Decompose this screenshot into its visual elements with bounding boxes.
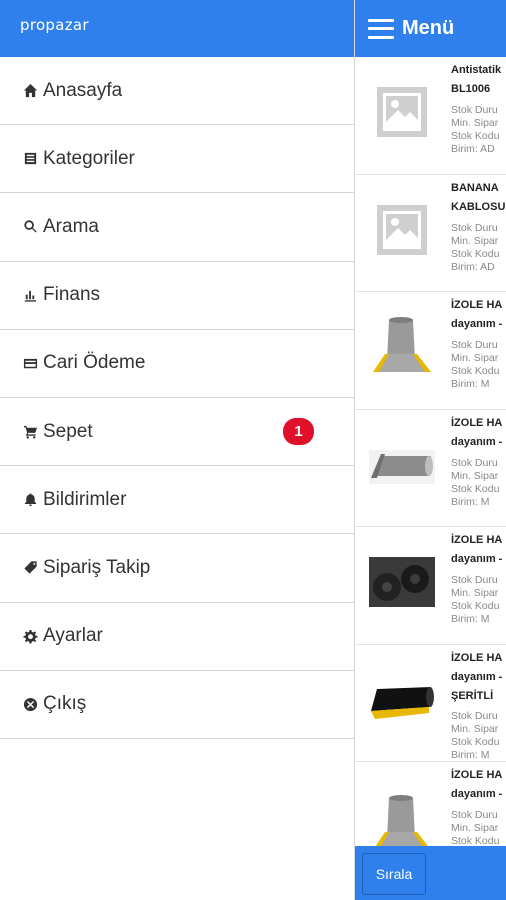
list-icon xyxy=(22,151,38,167)
drawer-item-label: Arama xyxy=(43,215,99,237)
product-image xyxy=(369,432,435,498)
product-list-item[interactable]: İZOLE HA dayanım - Stok Duru Min. Sipar … xyxy=(355,410,506,527)
product-unit: Birim: M xyxy=(451,495,490,508)
product-min-order: Min. Sipar xyxy=(451,117,499,129)
product-min-order: Min. Sipar xyxy=(451,722,499,735)
drawer-item-sepet[interactable]: Sepet 1 xyxy=(0,398,354,467)
bottom-bar: Sırala xyxy=(355,846,506,900)
product-stock-status: Stok Duru xyxy=(451,574,498,586)
product-list-item[interactable]: İZOLE HA dayanım - Stok Duru Min. Sipar … xyxy=(355,292,506,410)
product-list-item[interactable]: Antistatik BL1006 Stok Duru Min. Sipar S… xyxy=(355,57,506,175)
credit-card-icon xyxy=(22,355,38,371)
product-list-item[interactable]: BANANA KABLOSU Stok Duru Min. Sipar Stok… xyxy=(355,175,506,292)
product-stock-code: Stok Kodu xyxy=(451,365,500,377)
product-title: BL1006 xyxy=(451,83,491,95)
drawer-item-finans[interactable]: Finans xyxy=(0,262,354,330)
product-title: İZOLE HA xyxy=(451,651,503,664)
drawer-item-label: Ayarlar xyxy=(43,625,103,647)
product-image xyxy=(369,667,435,733)
product-stock-status: Stok Duru xyxy=(451,221,498,234)
drawer-item-label: Cari Ödeme xyxy=(43,352,146,374)
drawer-item-label: Sepet xyxy=(43,420,93,442)
home-icon xyxy=(22,83,38,99)
close-circle-icon xyxy=(22,696,38,712)
drawer-item-ayarlar[interactable]: Ayarlar xyxy=(0,603,354,671)
product-unit: Birim: AD xyxy=(451,260,495,273)
product-min-order: Min. Sipar xyxy=(451,469,499,482)
gear-icon xyxy=(22,628,38,644)
product-unit: Birim: M xyxy=(451,613,490,625)
product-title: KABLOSU xyxy=(451,200,506,213)
product-stock-status: Stok Duru xyxy=(451,809,498,821)
product-title: dayanım - xyxy=(451,553,503,565)
product-stock-status: Stok Duru xyxy=(451,104,498,116)
drawer-item-bildirimler[interactable]: Bildirimler xyxy=(0,466,354,535)
cart-count-badge: 1 xyxy=(283,417,314,445)
drawer-menu: Anasayfa Kategoriler Arama Finans Cari Ö… xyxy=(0,57,354,739)
drawer-item-cari-odeme[interactable]: Cari Ödeme xyxy=(0,330,354,398)
bar-chart-icon xyxy=(22,287,38,303)
search-icon xyxy=(22,219,38,235)
drawer-item-anasayfa[interactable]: Anasayfa xyxy=(0,57,354,126)
product-title: ŞERİTLİ xyxy=(451,689,494,702)
product-min-order: Min. Sipar xyxy=(451,352,499,364)
product-unit: Birim: M xyxy=(451,378,490,390)
placeholder-image-icon xyxy=(369,197,435,263)
brand-logo: propazar xyxy=(20,16,89,34)
product-title: dayanım - xyxy=(451,318,503,330)
product-stock-status: Stok Duru xyxy=(451,709,498,722)
drawer-item-kategoriler[interactable]: Kategoriler xyxy=(0,125,354,194)
drawer-header: propazar xyxy=(0,0,354,57)
drawer-item-label: Bildirimler xyxy=(43,488,127,510)
product-title: BANANA xyxy=(451,181,499,194)
product-title: dayanım - xyxy=(451,788,503,800)
product-stock-code: Stok Kodu xyxy=(451,130,500,142)
product-image xyxy=(369,314,435,380)
tag-icon xyxy=(22,560,38,576)
product-title: dayanım - xyxy=(451,435,503,448)
product-stock-code: Stok Kodu xyxy=(451,247,500,260)
bell-icon xyxy=(22,492,38,508)
app-header: Menü xyxy=(355,0,506,57)
product-title: İZOLE HA xyxy=(451,416,503,429)
product-unit: Birim: M xyxy=(451,748,490,761)
product-list-item[interactable]: İZOLE HA dayanım - Stok Duru Min. Sipar … xyxy=(355,527,506,645)
product-title: Antistatik xyxy=(451,64,502,76)
drawer-item-label: Kategoriler xyxy=(43,147,135,169)
hamburger-menu-icon[interactable] xyxy=(368,18,394,39)
drawer-item-label: Anasayfa xyxy=(43,79,123,101)
product-stock-code: Stok Kodu xyxy=(451,735,500,748)
drawer-item-label: Sipariş Takip xyxy=(43,556,151,578)
product-list-page: Menü Antistatik BL1006 Stok Duru Min. Si… xyxy=(355,0,506,900)
drawer-item-label: Çıkış xyxy=(43,693,87,715)
product-stock-status: Stok Duru xyxy=(451,339,498,351)
product-title: İZOLE HA xyxy=(451,769,503,781)
placeholder-image-icon xyxy=(369,79,435,145)
menu-title[interactable]: Menü xyxy=(402,17,454,40)
drawer-item-siparis-takip[interactable]: Sipariş Takip xyxy=(0,534,354,603)
product-title: dayanım - xyxy=(451,670,503,683)
product-stock-status: Stok Duru xyxy=(451,456,498,469)
product-min-order: Min. Sipar xyxy=(451,822,499,834)
product-title: İZOLE HA xyxy=(451,534,503,546)
product-title: İZOLE HA xyxy=(451,299,503,311)
drawer-item-cikis[interactable]: Çıkış xyxy=(0,671,354,739)
product-stock-code: Stok Kodu xyxy=(451,600,500,612)
product-unit: Birim: AD xyxy=(451,143,495,155)
product-min-order: Min. Sipar xyxy=(451,587,499,599)
product-min-order: Min. Sipar xyxy=(451,234,499,247)
drawer-item-label: Finans xyxy=(43,284,101,306)
drawer-item-arama[interactable]: Arama xyxy=(0,193,354,262)
sort-button[interactable]: Sırala xyxy=(362,853,426,895)
product-image xyxy=(369,549,435,615)
product-stock-code: Stok Kodu xyxy=(451,482,500,495)
cart-icon xyxy=(22,424,38,440)
product-list-item[interactable]: İZOLE HA dayanım - ŞERİTLİ Stok Duru Min… xyxy=(355,645,506,762)
navigation-drawer: propazar Anasayfa Kategoriler Arama Fina… xyxy=(0,0,355,900)
